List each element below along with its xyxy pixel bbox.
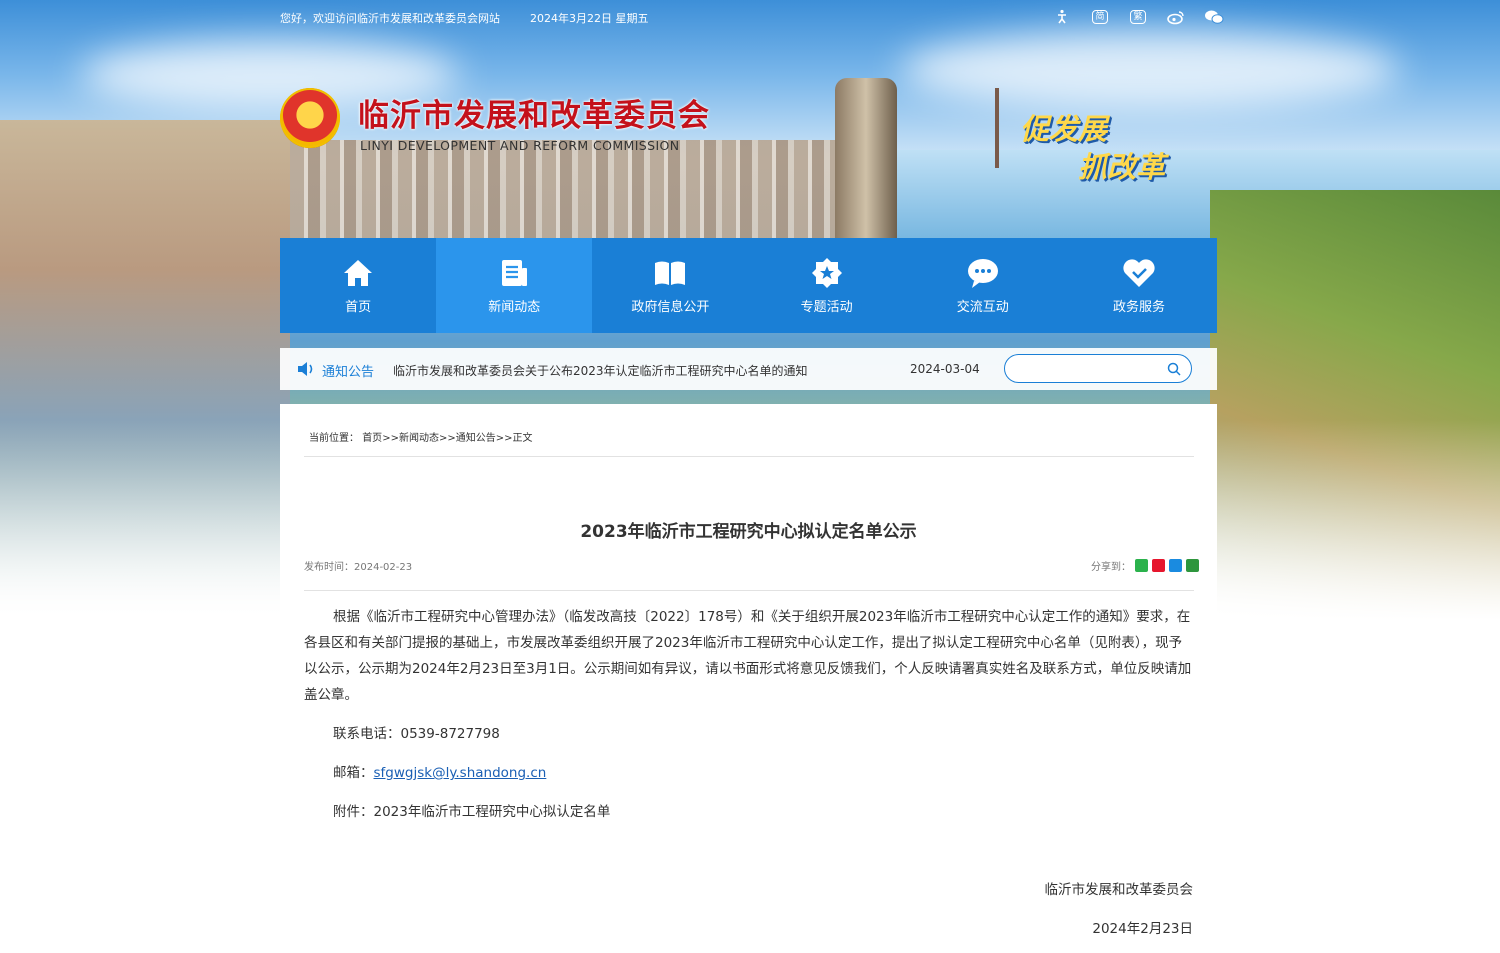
contact-phone: 联系电话：0539-8727798 <box>333 726 500 742</box>
site-title: 临沂市发展和改革委员会 <box>358 98 710 134</box>
nav-item-home[interactable]: 首页 <box>280 238 436 333</box>
nav-item-services[interactable]: 政务服务 <box>1061 238 1217 333</box>
heart-icon <box>1122 256 1156 290</box>
breadcrumb-news[interactable]: 新闻动态 <box>399 433 439 444</box>
article-paragraph: 根据《临沂市工程研究中心管理办法》（临发改高技〔2022〕178号）和《关于组织… <box>304 609 1192 703</box>
notice-date: 2024-03-04 <box>910 362 980 376</box>
notice-link[interactable]: 临沂市发展和改革委员会关于公布2023年认定临沂市工程研究中心名单的通知 <box>393 362 808 379</box>
welcome-text: 您好，欢迎访问临沂市发展和改革委员会网站 <box>280 12 500 25</box>
main-nav: 首页 新闻动态 政府信息公开 专题活动 交流互动 政务服务 <box>280 238 1217 333</box>
nav-item-news[interactable]: 新闻动态 <box>436 238 593 333</box>
share-qzone-icon[interactable] <box>1169 559 1182 572</box>
notice-bar: 通知公告 临沂市发展和改革委员会关于公布2023年认定临沂市工程研究中心名单的通… <box>280 348 1217 390</box>
breadcrumb-notices[interactable]: 通知公告 <box>456 433 496 444</box>
breadcrumb-current: 正文 <box>512 433 533 444</box>
attachment-line[interactable]: 附件：2023年临沂市工程研究中心拟认定名单 <box>333 799 610 825</box>
share-weibo-icon[interactable] <box>1152 559 1165 572</box>
share-wechat-icon[interactable] <box>1135 559 1148 572</box>
breadcrumb: 当前位置： 首页>>新闻动态>>通知公告>>正文 <box>309 429 532 444</box>
breadcrumb-prefix: 当前位置： <box>309 433 359 444</box>
article-panel: 当前位置： 首页>>新闻动态>>通知公告>>正文 2023年临沂市工程研究中心拟… <box>280 404 1217 953</box>
nav-label: 政府信息公开 <box>631 300 710 315</box>
slogan-develop: 促发展 <box>1020 112 1108 146</box>
breadcrumb-separator: >> <box>438 433 456 444</box>
nav-item-topics[interactable]: 专题活动 <box>749 238 905 333</box>
speaker-icon <box>296 360 316 378</box>
article-body: 根据《临沂市工程研究中心管理办法》（临发改高技〔2022〕178号）和《关于组织… <box>304 604 1194 820</box>
simplified-label: 简 <box>1092 10 1108 24</box>
top-bar: 您好，欢迎访问临沂市发展和改革委员会网站 2024年3月22日 星期五 简 繁 <box>280 8 1225 28</box>
breadcrumb-home[interactable]: 首页 <box>362 433 382 444</box>
site-title-english: LINYI DEVELOPMENT AND REFORM COMMISSION <box>360 138 680 153</box>
email-label: 邮箱： <box>333 765 374 781</box>
nav-label: 交流互动 <box>956 300 1009 315</box>
traditional-label: 繁 <box>1130 10 1146 24</box>
star-badge-icon <box>810 256 844 290</box>
signature-date: 2024年2月23日 <box>1092 921 1193 937</box>
search-icon[interactable] <box>1167 361 1181 376</box>
top-bar-icons: 简 繁 <box>1051 8 1225 26</box>
contact-email: 邮箱：sfgwgjsk@ly.shandong.cn <box>333 760 546 786</box>
simplified-icon[interactable]: 简 <box>1089 8 1111 26</box>
divider <box>304 590 1194 591</box>
publish-date: 发布时间：2024-02-23 <box>304 562 413 573</box>
breadcrumb-separator: >> <box>382 433 399 444</box>
accessibility-icon[interactable] <box>1051 8 1073 26</box>
notice-title[interactable]: 通知公告 <box>322 361 374 380</box>
weibo-icon[interactable] <box>1165 8 1187 26</box>
nav-label: 政务服务 <box>1112 300 1165 315</box>
share-label: 分享到： <box>1091 562 1131 573</box>
wechat-icon[interactable] <box>1203 8 1225 26</box>
current-date: 2024年3月22日 星期五 <box>530 12 649 25</box>
article-title: 2023年临沂市工程研究中心拟认定名单公示 <box>580 522 917 542</box>
national-emblem-icon <box>280 88 340 148</box>
nav-label: 首页 <box>345 300 372 315</box>
slogan-reform: 抓改革 <box>1078 150 1166 184</box>
nav-item-gov-info[interactable]: 政府信息公开 <box>592 238 748 333</box>
chat-icon <box>966 256 1000 290</box>
breadcrumb-separator: >> <box>495 433 513 444</box>
site-logo[interactable]: 临沂市发展和改革委员会 LINYI DEVELOPMENT AND REFORM… <box>280 88 720 158</box>
home-icon <box>341 256 375 290</box>
news-icon <box>497 256 531 290</box>
share-douban-icon[interactable] <box>1186 559 1199 572</box>
signature: 临沂市发展和改革委员会 <box>1044 882 1194 898</box>
traditional-icon[interactable]: 繁 <box>1127 8 1149 26</box>
book-icon <box>653 256 687 290</box>
search-input[interactable] <box>1015 355 1169 381</box>
share-bar: 分享到： <box>1091 558 1199 573</box>
search-box <box>1004 354 1192 383</box>
nav-label: 新闻动态 <box>488 300 541 315</box>
nav-label: 专题活动 <box>800 300 853 315</box>
nav-item-interaction[interactable]: 交流互动 <box>905 238 1061 333</box>
divider <box>304 456 1194 457</box>
email-link[interactable]: sfgwgjsk@ly.shandong.cn <box>374 765 547 781</box>
